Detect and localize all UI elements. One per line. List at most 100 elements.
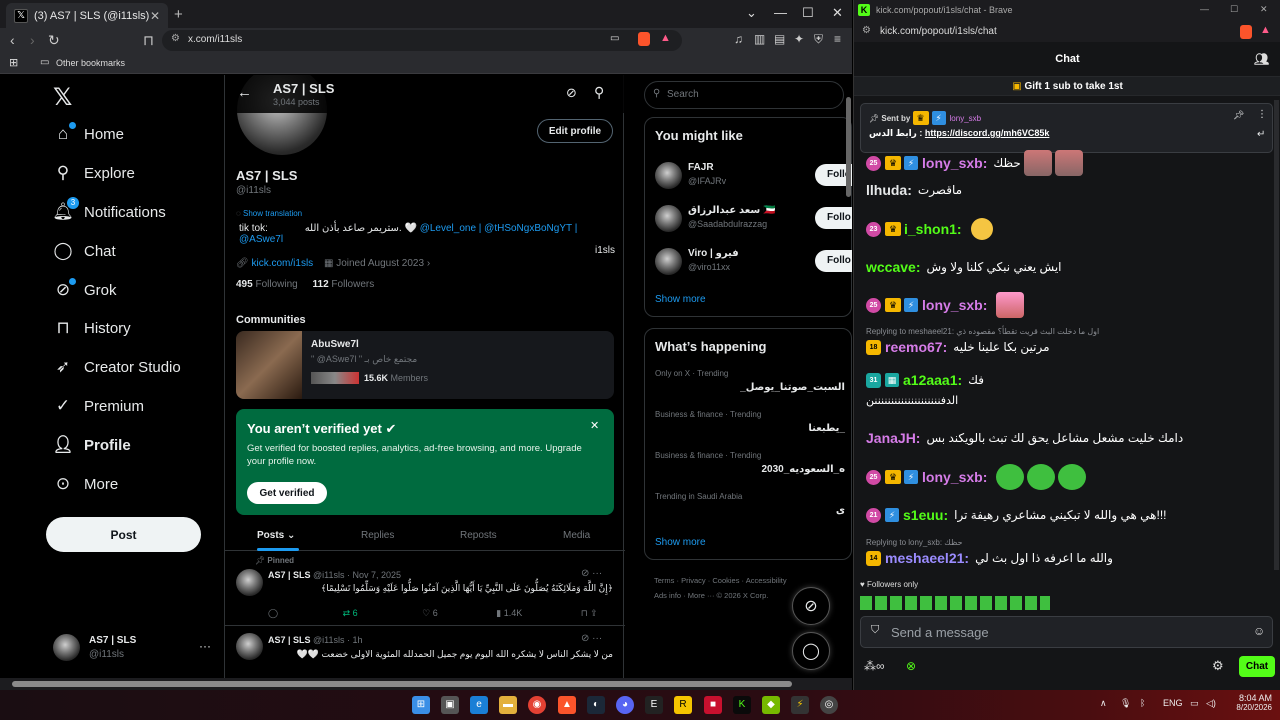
- chrome-icon[interactable]: ◉: [528, 696, 546, 714]
- app-icon[interactable]: ⚡: [791, 696, 809, 714]
- nvidia-icon[interactable]: ◆: [762, 696, 780, 714]
- site-info-icon[interactable]: ⚙: [171, 33, 180, 44]
- nav-more[interactable]: ⊙ More: [52, 469, 118, 499]
- url-input[interactable]: ⚙ x.com/i11sls ▭ ▲: [162, 30, 682, 51]
- tab-replies[interactable]: Replies: [361, 530, 394, 541]
- new-tab-icon[interactable]: +: [174, 6, 183, 23]
- grok-icon[interactable]: ⊘ ···: [581, 568, 602, 579]
- close-window-icon[interactable]: ✕: [832, 5, 843, 21]
- chat-message[interactable]: llhuda: ماقصرت: [866, 182, 962, 198]
- media-icon[interactable]: ♫: [734, 32, 743, 46]
- task-view-icon[interactable]: ▣: [441, 696, 459, 714]
- nav-profile[interactable]: 👤︎ Profile: [52, 430, 130, 460]
- reply-context[interactable]: Replying to meshaeel21: اول ما دخلت البث…: [866, 327, 1099, 336]
- leo-icon[interactable]: ✦: [794, 32, 804, 46]
- grok-icon[interactable]: ⊘ ···: [581, 633, 602, 644]
- minimize-icon[interactable]: —: [774, 5, 787, 20]
- chat-message[interactable]: 31 ▦ a12aaa1: فك: [866, 372, 984, 388]
- chat-message[interactable]: 14 meshaeel21: والله ما اعرفه ذا اول بث لي: [866, 550, 1113, 566]
- brave-icon[interactable]: ▲: [558, 696, 576, 714]
- chat-message[interactable]: 25 ♛ ⚡ lony_sxb: حظك: [866, 150, 1083, 176]
- tweet-pinned[interactable]: 📌︎ Pinned AS7 | SLS @i11sls · Nov 7, 202…: [225, 552, 625, 626]
- discord-icon[interactable]: ◕: [616, 696, 634, 714]
- trend-item[interactable]: Trending in Saudi Arabia ى: [655, 492, 845, 516]
- tab-media[interactable]: Media: [563, 530, 590, 541]
- show-more-link[interactable]: Show more: [655, 537, 706, 548]
- bluetooth-icon[interactable]: ᛒ: [1140, 698, 1145, 708]
- chat-message[interactable]: wccave: ايش يعني نبكي كلنا ولا وش: [866, 259, 1062, 275]
- menu-icon[interactable]: ≡: [834, 32, 841, 46]
- message-input[interactable]: ⛉ Send a message ☺: [860, 616, 1273, 648]
- trend-item[interactable]: Business & finance · Trending _يطبعنا: [655, 410, 845, 434]
- tab-search-icon[interactable]: ⌄: [746, 5, 757, 21]
- edge-icon[interactable]: e: [470, 696, 488, 714]
- chat-message[interactable]: 21 ⚡ s1euu: هي هي والله لا تبكيني مشاعري ره…: [866, 507, 1167, 523]
- nav-grok[interactable]: ⊘ Grok: [52, 275, 117, 305]
- rockstar-icon[interactable]: R: [674, 696, 692, 714]
- post-button[interactable]: Post: [46, 517, 201, 552]
- more-dots-icon[interactable]: ···: [199, 639, 211, 653]
- chat-message[interactable]: 18 reemo67: مرتين بكا علينا خليه: [866, 339, 1050, 355]
- horizontal-scrollbar[interactable]: [0, 678, 852, 690]
- file-explorer-icon[interactable]: ▬: [499, 696, 517, 714]
- clock[interactable]: 8:04 AM 8/20/2026: [1236, 693, 1272, 712]
- x-logo-icon[interactable]: 𝕏: [53, 83, 72, 112]
- pinned-user[interactable]: lony_sxb: [950, 114, 982, 123]
- reload-icon[interactable]: ↻: [48, 32, 60, 49]
- search-icon[interactable]: ⚲: [594, 84, 604, 101]
- chat-send-button[interactable]: Chat: [1239, 656, 1275, 677]
- brave-shields-icon[interactable]: [1240, 25, 1252, 39]
- tab-close-icon[interactable]: ✕: [150, 9, 160, 23]
- nav-explore[interactable]: ⚲ Explore: [52, 158, 135, 188]
- epic-games-icon[interactable]: E: [645, 696, 663, 714]
- followers-link[interactable]: 112 Followers: [313, 279, 375, 290]
- edit-profile-button[interactable]: Edit profile: [537, 119, 613, 143]
- mic-icon[interactable]: 🎙︎: [1120, 698, 1131, 709]
- vpn-icon[interactable]: ⛨: [814, 32, 823, 47]
- tab-reposts[interactable]: Reposts: [460, 530, 497, 541]
- retweet-button[interactable]: ⇄ 6: [343, 608, 358, 618]
- grok-fab-icon[interactable]: ⊘: [792, 587, 830, 625]
- steam-icon[interactable]: ◐: [587, 696, 605, 714]
- account-switcher[interactable]: AS7 | SLS @i11sls ···: [53, 633, 213, 663]
- language-indicator[interactable]: ENG: [1163, 698, 1183, 708]
- close-window-icon[interactable]: ✕: [1260, 4, 1268, 15]
- bookmark-icon[interactable]: ⊓ ⇪: [581, 608, 598, 618]
- back-arrow-icon[interactable]: ←: [237, 84, 252, 101]
- brave-shields-icon[interactable]: [638, 32, 650, 46]
- chat-message[interactable]: 23 ♛ i_shon1:: [866, 218, 993, 240]
- follow-button[interactable]: Follo: [815, 207, 852, 229]
- profile-link[interactable]: kick.com/i1sls: [251, 258, 313, 269]
- chevron-right-icon[interactable]: ›: [427, 258, 430, 269]
- search-input[interactable]: ⚲ Search: [644, 81, 844, 109]
- nav-home[interactable]: ⌂ Home: [52, 119, 124, 149]
- nav-chat[interactable]: ◯ Chat: [52, 236, 115, 266]
- gift-sub-bar[interactable]: ▣ Gift 1 sub to take 1st: [854, 76, 1280, 96]
- trend-item[interactable]: Business & finance · Trending ه_السعوديه_…: [655, 451, 845, 475]
- reply-context[interactable]: Replying to lony_sxb: حظك: [866, 538, 963, 547]
- users-icon[interactable]: 👥︎: [1254, 44, 1269, 74]
- site-info-icon[interactable]: ⚙: [862, 25, 871, 36]
- nav-history[interactable]: ⊓ History: [52, 313, 130, 343]
- grok-icon[interactable]: ⊘: [566, 85, 577, 101]
- show-translation[interactable]: ◌ Show translation: [236, 209, 302, 218]
- more-vertical-icon[interactable]: ⋮: [1257, 109, 1267, 120]
- infinity-icon[interactable]: ⁂∞: [864, 659, 885, 673]
- cast-icon[interactable]: ▭: [610, 33, 619, 44]
- forward-icon[interactable]: ›: [30, 32, 35, 48]
- tray-expand-icon[interactable]: ∧: [1100, 698, 1107, 709]
- follow-button[interactable]: Follo: [815, 250, 852, 272]
- emoji-icon[interactable]: ☺: [1253, 624, 1265, 638]
- pinned-link[interactable]: https://discord.gg/mh6VC85k: [925, 128, 1050, 138]
- gear-icon[interactable]: ⚙: [1212, 658, 1224, 674]
- obs-icon[interactable]: ◎: [820, 696, 838, 714]
- suggestion-item[interactable]: FAJR @IFAJRv Follo: [645, 158, 852, 198]
- kick-app-icon[interactable]: K: [733, 696, 751, 714]
- like-button[interactable]: ♡ 6: [422, 608, 438, 618]
- reply-icon[interactable]: ◯: [268, 608, 278, 618]
- other-bookmarks[interactable]: Other bookmarks: [56, 58, 125, 68]
- views-stat[interactable]: ▮ 1.4K: [496, 608, 522, 618]
- chat-message[interactable]: 25 ♛ ⚡ lony_sxb:: [866, 464, 1087, 490]
- back-icon[interactable]: ‹: [10, 32, 15, 48]
- get-verified-button[interactable]: Get verified: [247, 482, 327, 504]
